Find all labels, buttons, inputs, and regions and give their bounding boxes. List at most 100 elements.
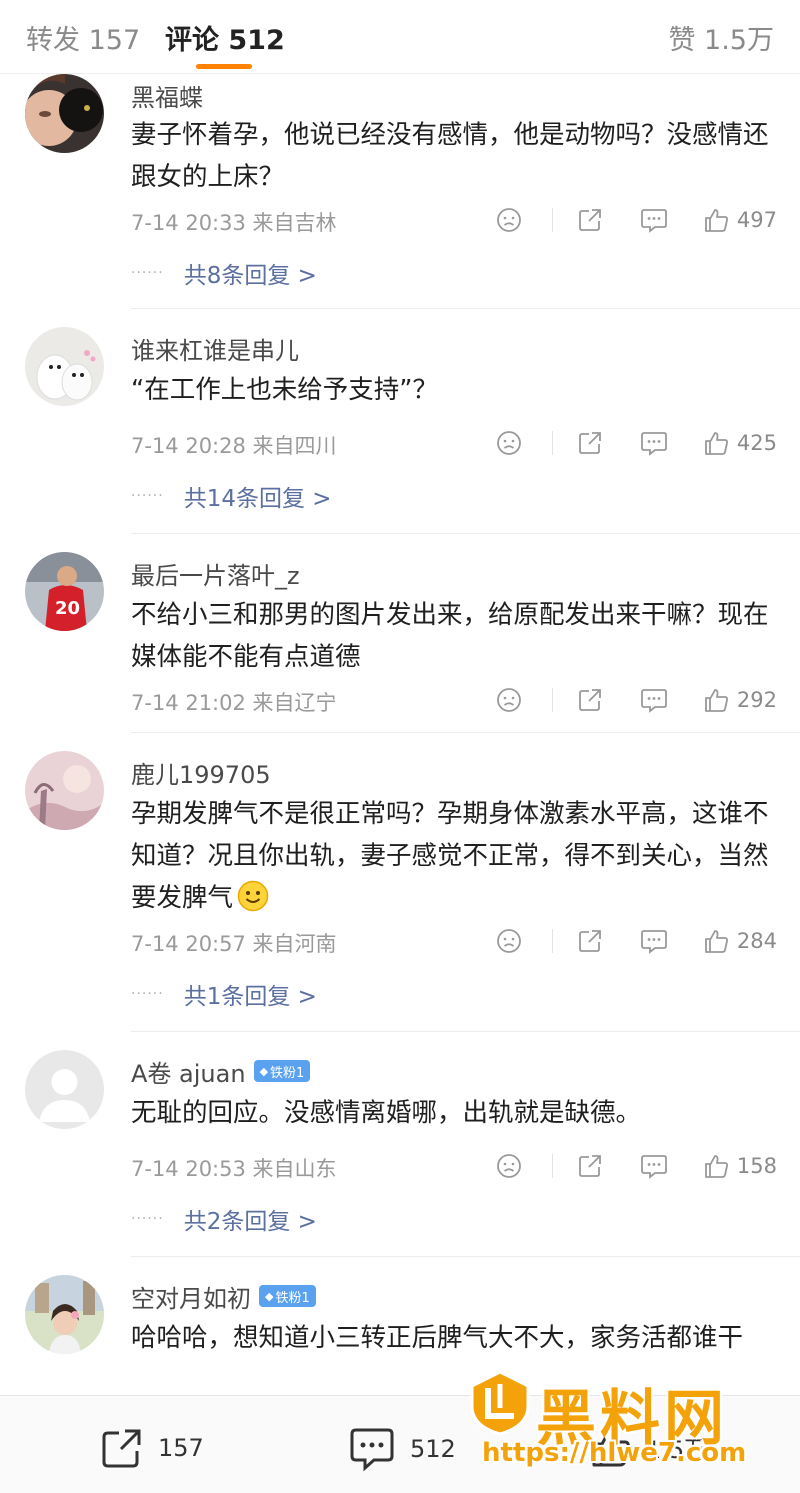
username[interactable]: A卷 ajuan [131, 1054, 246, 1089]
replies-link[interactable]: 共8条回复 > [184, 256, 317, 290]
avatar[interactable]: 20 [25, 552, 104, 631]
fan-badge-label: 铁粉1 [270, 1065, 305, 1081]
comment-item: 20 最后一片落叶_z 不给小三和那男的图片发出来，给原配发出来干嘛？现在媒体能… [0, 534, 800, 733]
thumbs-up-icon [592, 1429, 630, 1467]
user-row: 最后一片落叶_z [131, 556, 300, 590]
view-replies[interactable]: ······ 共14条回复 > [131, 480, 332, 512]
action-separator [551, 688, 553, 712]
view-replies[interactable]: ······ 共1条回复 > [131, 978, 317, 1010]
comment-meta-row: 7-14 20:53 来自山东 158 [131, 1151, 777, 1181]
timestamp-location: 7-14 20:53 来自山东 [131, 1157, 337, 1181]
dots-icon: ······ [131, 986, 164, 1002]
like-count: 1.5万 [646, 1435, 709, 1464]
comment-icon[interactable] [639, 687, 669, 713]
avatar[interactable] [25, 751, 104, 830]
comment-icon[interactable] [639, 1153, 669, 1179]
share-icon[interactable] [575, 687, 605, 713]
comment-count: 512 [410, 1435, 456, 1463]
timestamp-location: 7-14 21:02 来自辽宁 [131, 691, 337, 715]
avatar[interactable] [25, 1050, 104, 1129]
timestamp-location: 7-14 20:33 来自吉林 [131, 211, 337, 235]
like-button[interactable]: 158 [703, 1153, 777, 1179]
user-row: 空对月如初 ◆ 铁粉1 [131, 1279, 316, 1313]
replies-link[interactable]: 共2条回复 > [184, 1202, 317, 1236]
fan-badge[interactable]: ◆ 铁粉1 [253, 1060, 311, 1082]
active-tab-indicator [196, 64, 252, 69]
action-separator [551, 1154, 553, 1178]
timestamp-location: 7-14 20:28 来自四川 [131, 434, 337, 458]
comment-icon[interactable] [639, 928, 669, 954]
comment-text: 不给小三和那男的图片发出来，给原配发出来干嘛？现在媒体能不能有点道德 [131, 600, 769, 672]
thumbs-up-icon [705, 432, 728, 455]
username[interactable]: 黑福蝶 [131, 78, 203, 113]
comment-actions: 497 [494, 205, 777, 235]
svg-text:20: 20 [55, 598, 80, 619]
avatar[interactable] [25, 1275, 104, 1354]
like-button[interactable]: 292 [703, 687, 777, 713]
comment-item: 空对月如初 ◆ 铁粉1 哈哈哈，想知道小三转正后脾气大不大，家务活都谁干 [0, 1257, 800, 1395]
like-button[interactable]: 497 [703, 207, 777, 233]
share-icon[interactable] [575, 928, 605, 954]
replies-link[interactable]: 共14条回复 > [184, 479, 332, 513]
like-count: 292 [736, 688, 777, 712]
diamond-icon: ◆ [259, 1064, 269, 1078]
like-count: 284 [736, 929, 777, 953]
dislike-icon[interactable] [494, 207, 524, 233]
like-count: 425 [736, 431, 777, 455]
comment-button[interactable]: 512 [348, 1426, 456, 1472]
dislike-icon[interactable] [494, 1153, 524, 1179]
comment-item: 鹿儿199705 孕期发脾气不是很正常吗？孕期身体激素水平高，这谁不知道？况且你… [0, 733, 800, 1032]
dislike-icon[interactable] [494, 430, 524, 456]
comment-meta-row: 7-14 20:57 来自河南 284 [131, 926, 777, 956]
thumbs-up-icon [705, 209, 728, 232]
action-separator [551, 431, 553, 455]
smile-emoji-icon [237, 880, 269, 925]
username[interactable]: 鹿儿199705 [131, 755, 271, 790]
tab-reposts[interactable]: 转发 157 [26, 18, 140, 57]
dots-icon: ······ [131, 265, 164, 281]
username[interactable]: 空对月如初 [131, 1279, 251, 1314]
view-replies[interactable]: ······ 共8条回复 > [131, 257, 317, 289]
comment-meta-row: 7-14 20:33 来自吉林 497 [131, 205, 777, 235]
comment-actions: 284 [494, 926, 777, 956]
like-count: 158 [736, 1154, 777, 1178]
dislike-icon[interactable] [494, 687, 524, 713]
like-button[interactable]: 284 [703, 928, 777, 954]
like-count: 497 [736, 208, 777, 232]
share-icon[interactable] [575, 1153, 605, 1179]
comment-meta-row: 7-14 20:28 来自四川 425 [131, 428, 777, 458]
tab-likes[interactable]: 赞 1.5万 [668, 18, 774, 57]
share-icon [102, 1429, 141, 1468]
avatar[interactable] [25, 74, 104, 153]
thumbs-up-icon [705, 689, 728, 712]
dots-icon: ······ [131, 488, 164, 504]
thumbs-up-icon [705, 1155, 728, 1178]
tab-comments[interactable]: 评论 512 [165, 18, 285, 57]
comment-text: 无耻的回应。没感情离婚哪，出轨就是缺德。 [131, 1098, 642, 1128]
replies-link[interactable]: 共1条回复 > [184, 977, 317, 1011]
repost-button[interactable]: 157 [100, 1426, 204, 1470]
share-icon[interactable] [575, 207, 605, 233]
user-row: 谁来杠谁是串儿 [131, 331, 299, 365]
comment-icon [350, 1428, 394, 1472]
avatar[interactable] [25, 327, 104, 406]
fan-badge[interactable]: ◆ 铁粉1 [259, 1285, 316, 1307]
comment-text: “在工作上也未给予支持”？ [131, 375, 438, 405]
timestamp-location: 7-14 20:57 来自河南 [131, 932, 337, 956]
username[interactable]: 谁来杠谁是串儿 [131, 331, 299, 366]
dislike-icon[interactable] [494, 928, 524, 954]
user-row: 鹿儿199705 [131, 755, 271, 789]
fan-badge-label: 铁粉1 [275, 1290, 310, 1306]
like-button[interactable]: 425 [703, 430, 777, 456]
comment-item: A卷 ajuan ◆ 铁粉1 无耻的回应。没感情离婚哪，出轨就是缺德。 7-14 … [0, 1032, 800, 1257]
share-icon[interactable] [575, 430, 605, 456]
comment-icon[interactable] [639, 207, 669, 233]
bottom-action-bar: 157 512 1.5万 [0, 1395, 800, 1493]
like-button[interactable]: 1.5万 [590, 1426, 708, 1468]
comment-tabs: 转发 157 评论 512 赞 1.5万 [0, 0, 800, 74]
view-replies[interactable]: ······ 共2条回复 > [131, 1203, 317, 1235]
comment-item: 黑福蝶 妻子怀着孕，他说已经没有感情，他是动物吗？没感情还跟女的上床？ 7-14… [0, 74, 800, 309]
comment-icon[interactable] [639, 430, 669, 456]
username[interactable]: 最后一片落叶_z [131, 556, 300, 591]
comment-actions: 425 [494, 428, 777, 458]
